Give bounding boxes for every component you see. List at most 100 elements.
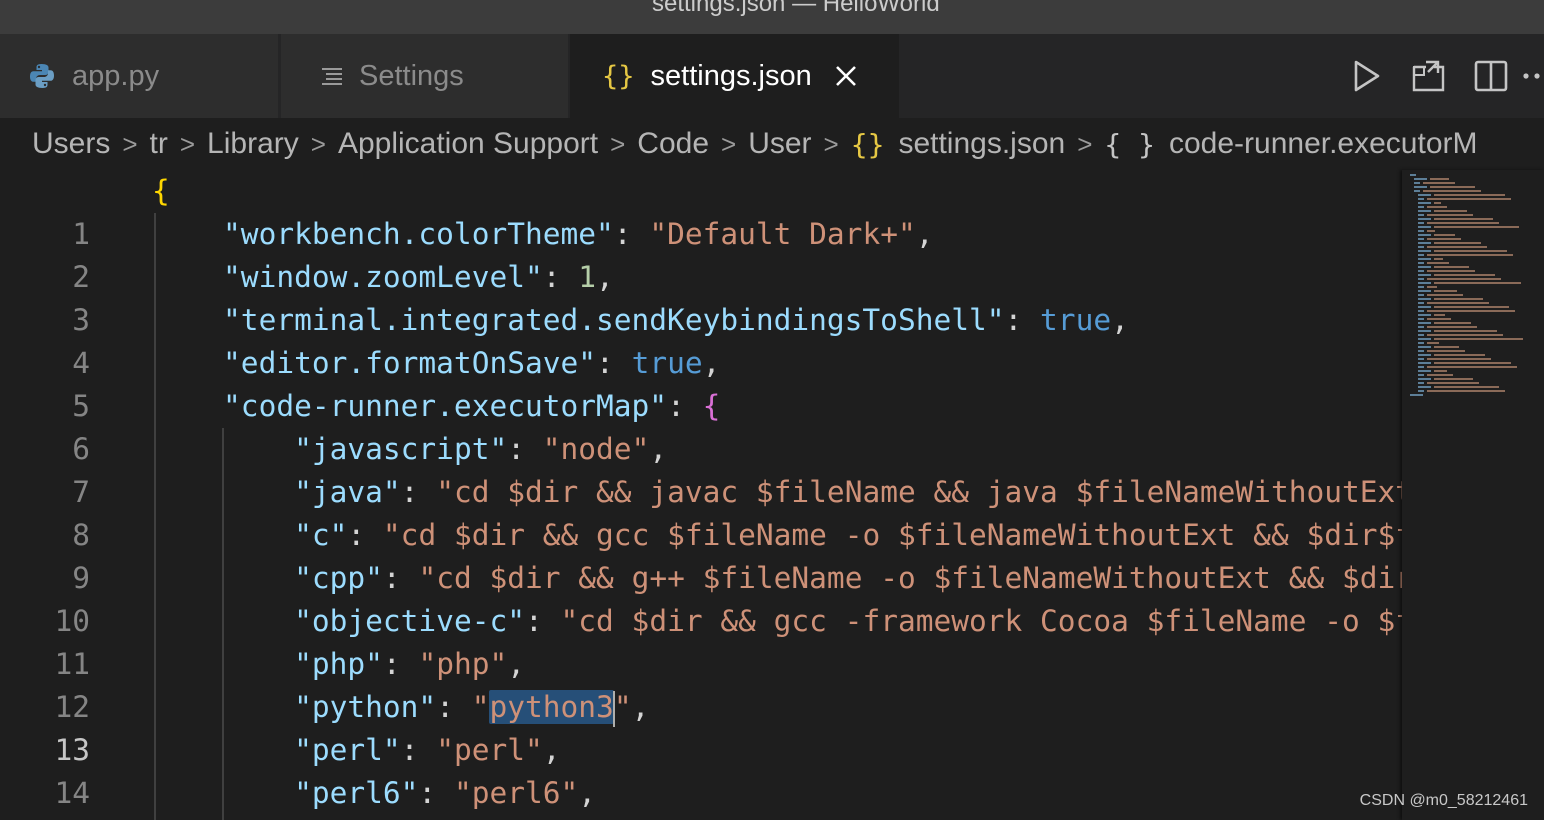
json-key: "workbench.colorTheme" [223, 217, 614, 251]
minimap-line [1418, 314, 1431, 316]
minimap-line [1418, 390, 1424, 392]
json-value: "perl" [436, 733, 543, 767]
code-line[interactable]: 4 "terminal.integrated.sendKeybindingsTo… [0, 299, 1402, 380]
minimap-line [1427, 262, 1449, 264]
minimap-line [1434, 322, 1471, 324]
json-value: 1 [578, 260, 597, 294]
code-line[interactable]: 9 "c": "cd $dir && gcc $fileName -o $fil… [0, 514, 1402, 595]
minimap-line [1418, 206, 1424, 208]
minimap-line [1418, 378, 1431, 380]
minimap-line [1418, 194, 1431, 196]
open-changes-icon[interactable] [1398, 46, 1460, 106]
minimap-line [1427, 310, 1515, 312]
minimap-line [1418, 366, 1424, 368]
breadcrumb-item-tr[interactable]: tr [150, 127, 168, 161]
minimap-line [1427, 278, 1501, 280]
code-line[interactable]: 2 "workbench.colorTheme": "Default Dark+… [0, 213, 1402, 294]
minimap[interactable] [1402, 170, 1544, 820]
minimap-line [1427, 286, 1437, 288]
minimap-line [1434, 226, 1519, 228]
minimap-line [1418, 322, 1431, 324]
minimap-line [1434, 218, 1493, 220]
minimap-line [1427, 302, 1489, 304]
minimap-line [1418, 342, 1424, 344]
code-line[interactable]: 11 "objective-c": "cd $dir && gcc -frame… [0, 600, 1402, 681]
breadcrumb-item-users[interactable]: Users [32, 127, 110, 161]
minimap-line [1414, 190, 1420, 192]
minimap-line [1427, 366, 1517, 368]
breadcrumb-item-file[interactable]: settings.json [898, 127, 1065, 161]
minimap-line [1418, 350, 1424, 352]
chevron-right-icon: > [610, 128, 626, 159]
json-key: "perl" [294, 733, 401, 767]
code-line[interactable]: 5 "editor.formatOnSave": true, [0, 342, 1402, 423]
code-editor[interactable]: 1 { 2 "workbench.colorTheme": "Default D… [0, 170, 1402, 820]
json-value: "cd $dir && javac $fileName && java $fil… [436, 475, 1402, 509]
minimap-line [1427, 318, 1451, 320]
minimap-line [1418, 362, 1431, 364]
json-value: "node" [542, 432, 650, 466]
minimap-line [1418, 226, 1431, 228]
minimap-line [1427, 238, 1461, 240]
settings-list-icon [321, 65, 343, 87]
title-bar: settings.json — HelloWorld [0, 0, 1544, 34]
minimap-line [1418, 230, 1424, 232]
breadcrumb-item-application-support[interactable]: Application Support [338, 127, 598, 161]
json-braces-icon: {} [850, 127, 885, 161]
code-line[interactable]: 8 "java": "cd $dir && javac $fileName &&… [0, 471, 1402, 552]
code-line[interactable]: 7 "javascript": "node", [0, 428, 1402, 509]
minimap-line [1423, 190, 1481, 192]
breadcrumb-item-symbol[interactable]: code-runner.executorM [1169, 127, 1478, 161]
code-line[interactable]: 14 "perl": "perl", [0, 729, 1402, 810]
json-key: "perl6" [294, 776, 419, 810]
code-line[interactable]: 12 "php": "php", [0, 643, 1402, 724]
tab-label: app.py [72, 59, 160, 92]
editor-actions [1336, 34, 1544, 118]
breadcrumb-item-library[interactable]: Library [207, 127, 299, 161]
split-editor-icon[interactable] [1460, 46, 1522, 106]
minimap-line [1418, 222, 1424, 224]
minimap-line [1434, 282, 1521, 284]
minimap-line [1418, 318, 1424, 320]
code-line[interactable]: 6 "code-runner.executorMap": { [0, 385, 1402, 466]
python-icon [28, 62, 56, 90]
code-line-active[interactable]: 13 "python": "python3", [0, 686, 1402, 767]
chevron-right-icon: > [823, 128, 839, 159]
breadcrumb-item-code[interactable]: Code [637, 127, 709, 161]
minimap-line [1427, 294, 1463, 296]
tab-settings-json[interactable]: {} settings.json [570, 34, 899, 118]
code-line[interactable]: 3 "window.zoomLevel": 1, [0, 256, 1402, 337]
code-line[interactable]: 10 "cpp": "cd $dir && g++ $fileName -o $… [0, 557, 1402, 638]
minimap-line [1410, 174, 1416, 176]
json-key: "code-runner.executorMap" [223, 389, 668, 423]
minimap-line [1418, 266, 1431, 268]
minimap-line [1427, 214, 1473, 216]
minimap-line [1418, 374, 1424, 376]
tab-settings[interactable]: Settings [281, 34, 568, 118]
tab-strip: app.py Settings {} settings.json [0, 34, 1544, 118]
more-actions-icon[interactable] [1522, 46, 1544, 106]
minimap-line [1418, 382, 1424, 384]
code-line[interactable]: 1 { [0, 170, 1402, 251]
minimap-line [1414, 186, 1427, 188]
minimap-line [1434, 298, 1483, 300]
json-key: "objective-c" [294, 604, 525, 638]
minimap-line [1418, 250, 1431, 252]
breadcrumb-item-user[interactable]: User [748, 127, 811, 161]
minimap-line [1427, 350, 1465, 352]
close-icon[interactable] [834, 64, 858, 88]
minimap-line [1418, 242, 1431, 244]
tab-app-py[interactable]: app.py [0, 34, 279, 118]
json-value: "cd $dir && g++ $fileName -o $fileNameWi… [418, 561, 1402, 595]
text-selection[interactable]: python3 [489, 690, 614, 724]
minimap-line [1418, 234, 1431, 236]
code-line[interactable]: 15 "perl6": "perl6", [0, 772, 1402, 820]
minimap-line [1418, 370, 1431, 372]
minimap-line [1427, 198, 1511, 200]
run-icon[interactable] [1336, 46, 1398, 106]
minimap-line [1418, 290, 1431, 292]
json-key: "php" [294, 647, 383, 681]
json-key: "editor.formatOnSave" [223, 346, 597, 380]
json-key: "javascript" [294, 432, 508, 466]
json-braces-icon: {} [602, 60, 635, 92]
